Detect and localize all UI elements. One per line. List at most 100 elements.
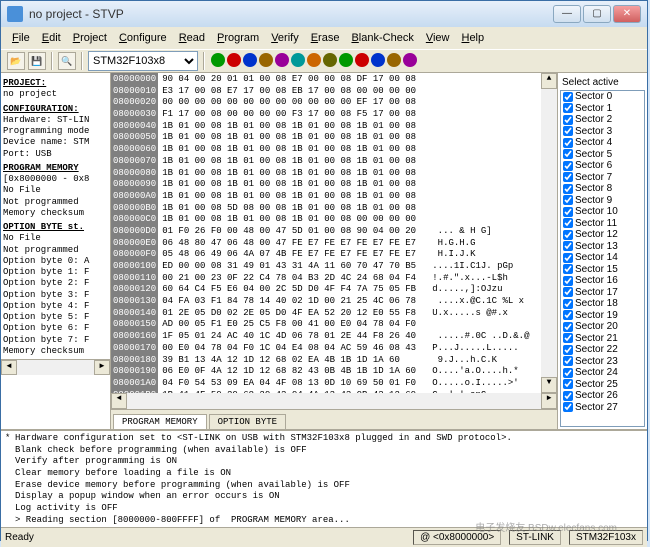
scroll-down-icon[interactable]: ▼ (541, 377, 557, 393)
sector-item[interactable]: Sector 4 (561, 137, 644, 149)
sector-checkbox[interactable] (563, 230, 573, 240)
scroll-up-icon[interactable]: ▲ (541, 73, 557, 89)
bug-icon-0[interactable] (211, 53, 225, 67)
menu-project[interactable]: Project (68, 30, 112, 46)
sector-item[interactable]: Sector 25 (561, 379, 644, 391)
sector-item[interactable]: Sector 2 (561, 114, 644, 126)
sector-checkbox[interactable] (563, 391, 573, 401)
sector-checkbox[interactable] (563, 310, 573, 320)
sector-checkbox[interactable] (563, 253, 573, 263)
sector-checkbox[interactable] (563, 345, 573, 355)
scroll-left-icon[interactable]: ◄ (1, 360, 17, 375)
sector-item[interactable]: Sector 27 (561, 402, 644, 414)
sector-item[interactable]: Sector 14 (561, 252, 644, 264)
sector-item[interactable]: Sector 7 (561, 172, 644, 184)
sector-checkbox[interactable] (563, 172, 573, 182)
sector-item[interactable]: Sector 16 (561, 275, 644, 287)
sector-checkbox[interactable] (563, 241, 573, 251)
sector-item[interactable]: Sector 9 (561, 195, 644, 207)
sector-checkbox[interactable] (563, 299, 573, 309)
sector-checkbox[interactable] (563, 161, 573, 171)
sector-item[interactable]: Sector 20 (561, 321, 644, 333)
sector-item[interactable]: Sector 17 (561, 287, 644, 299)
menu-program[interactable]: Program (212, 30, 264, 46)
sector-item[interactable]: Sector 22 (561, 344, 644, 356)
menu-configure[interactable]: Configure (114, 30, 172, 46)
sector-checkbox[interactable] (563, 264, 573, 274)
sector-item[interactable]: Sector 13 (561, 241, 644, 253)
hex-data[interactable]: 90 04 00 20 01 01 00 08 E7 00 00 08 DF 1… (158, 73, 541, 393)
sector-item[interactable]: Sector 15 (561, 264, 644, 276)
menu-view[interactable]: View (421, 30, 455, 46)
bug-icon-10[interactable] (371, 53, 385, 67)
menu-file[interactable]: File (7, 30, 35, 46)
sector-checkbox[interactable] (563, 184, 573, 194)
sector-item[interactable]: Sector 5 (561, 149, 644, 161)
sector-checkbox[interactable] (563, 287, 573, 297)
sector-item[interactable]: Sector 8 (561, 183, 644, 195)
sector-item[interactable]: Sector 3 (561, 126, 644, 138)
hex-vscroll[interactable]: ▲ ▼ (541, 73, 557, 393)
scroll-left-icon[interactable]: ◄ (111, 393, 127, 409)
menu-read[interactable]: Read (174, 30, 210, 46)
sector-checkbox[interactable] (563, 138, 573, 148)
sector-checkbox[interactable] (563, 103, 573, 113)
bug-icon-9[interactable] (355, 53, 369, 67)
bug-icon-8[interactable] (339, 53, 353, 67)
scroll-right-icon[interactable]: ► (94, 360, 110, 375)
bug-icon-1[interactable] (227, 53, 241, 67)
sector-item[interactable]: Sector 0 (561, 91, 644, 103)
sector-item[interactable]: Sector 24 (561, 367, 644, 379)
bug-icon-3[interactable] (259, 53, 273, 67)
sector-item[interactable]: Sector 21 (561, 333, 644, 345)
sector-item[interactable]: Sector 23 (561, 356, 644, 368)
sector-item[interactable]: Sector 10 (561, 206, 644, 218)
sector-checkbox[interactable] (563, 115, 573, 125)
bug-icon-6[interactable] (307, 53, 321, 67)
menu-edit[interactable]: Edit (37, 30, 66, 46)
sector-item[interactable]: Sector 11 (561, 218, 644, 230)
tab-option-byte[interactable]: OPTION BYTE (209, 414, 286, 429)
menu-help[interactable]: Help (456, 30, 489, 46)
left-hscroll[interactable]: ◄ ► (1, 359, 110, 375)
sector-checkbox[interactable] (563, 207, 573, 217)
minimize-button[interactable]: — (553, 5, 581, 23)
bug-icon-5[interactable] (291, 53, 305, 67)
menu-verify[interactable]: Verify (266, 30, 304, 46)
bug-icon-11[interactable] (387, 53, 401, 67)
tab-program-memory[interactable]: PROGRAM MEMORY (113, 414, 207, 429)
sector-checkbox[interactable] (563, 322, 573, 332)
sector-checkbox[interactable] (563, 276, 573, 286)
sector-item[interactable]: Sector 6 (561, 160, 644, 172)
scroll-right-icon[interactable]: ► (541, 393, 557, 409)
device-select[interactable]: STM32F103x8 (88, 51, 198, 71)
sector-checkbox[interactable] (563, 379, 573, 389)
maximize-button[interactable]: ▢ (583, 5, 611, 23)
hex-hscroll[interactable]: ◄ ► (111, 393, 557, 409)
sector-checkbox[interactable] (563, 195, 573, 205)
sector-item[interactable]: Sector 1 (561, 103, 644, 115)
toolbar-save-icon[interactable]: 💾 (28, 52, 46, 70)
bug-icon-12[interactable] (403, 53, 417, 67)
bug-icon-7[interactable] (323, 53, 337, 67)
close-button[interactable]: ✕ (613, 5, 641, 23)
menu-erase[interactable]: Erase (306, 30, 345, 46)
sector-list[interactable]: Sector 0Sector 1Sector 2Sector 3Sector 4… (560, 90, 645, 427)
menu-blank-check[interactable]: Blank-Check (346, 30, 418, 46)
toolbar-find-icon[interactable]: 🔍 (58, 52, 76, 70)
sector-checkbox[interactable] (563, 92, 573, 102)
sector-checkbox[interactable] (563, 149, 573, 159)
sector-checkbox[interactable] (563, 333, 573, 343)
sector-item[interactable]: Sector 19 (561, 310, 644, 322)
bug-icon-4[interactable] (275, 53, 289, 67)
sector-item[interactable]: Sector 18 (561, 298, 644, 310)
sector-checkbox[interactable] (563, 368, 573, 378)
toolbar-open-icon[interactable]: 📂 (7, 52, 25, 70)
sector-checkbox[interactable] (563, 356, 573, 366)
sector-item[interactable]: Sector 26 (561, 390, 644, 402)
sector-checkbox[interactable] (563, 402, 573, 412)
sector-checkbox[interactable] (563, 218, 573, 228)
sector-item[interactable]: Sector 12 (561, 229, 644, 241)
bug-icon-2[interactable] (243, 53, 257, 67)
sector-checkbox[interactable] (563, 126, 573, 136)
